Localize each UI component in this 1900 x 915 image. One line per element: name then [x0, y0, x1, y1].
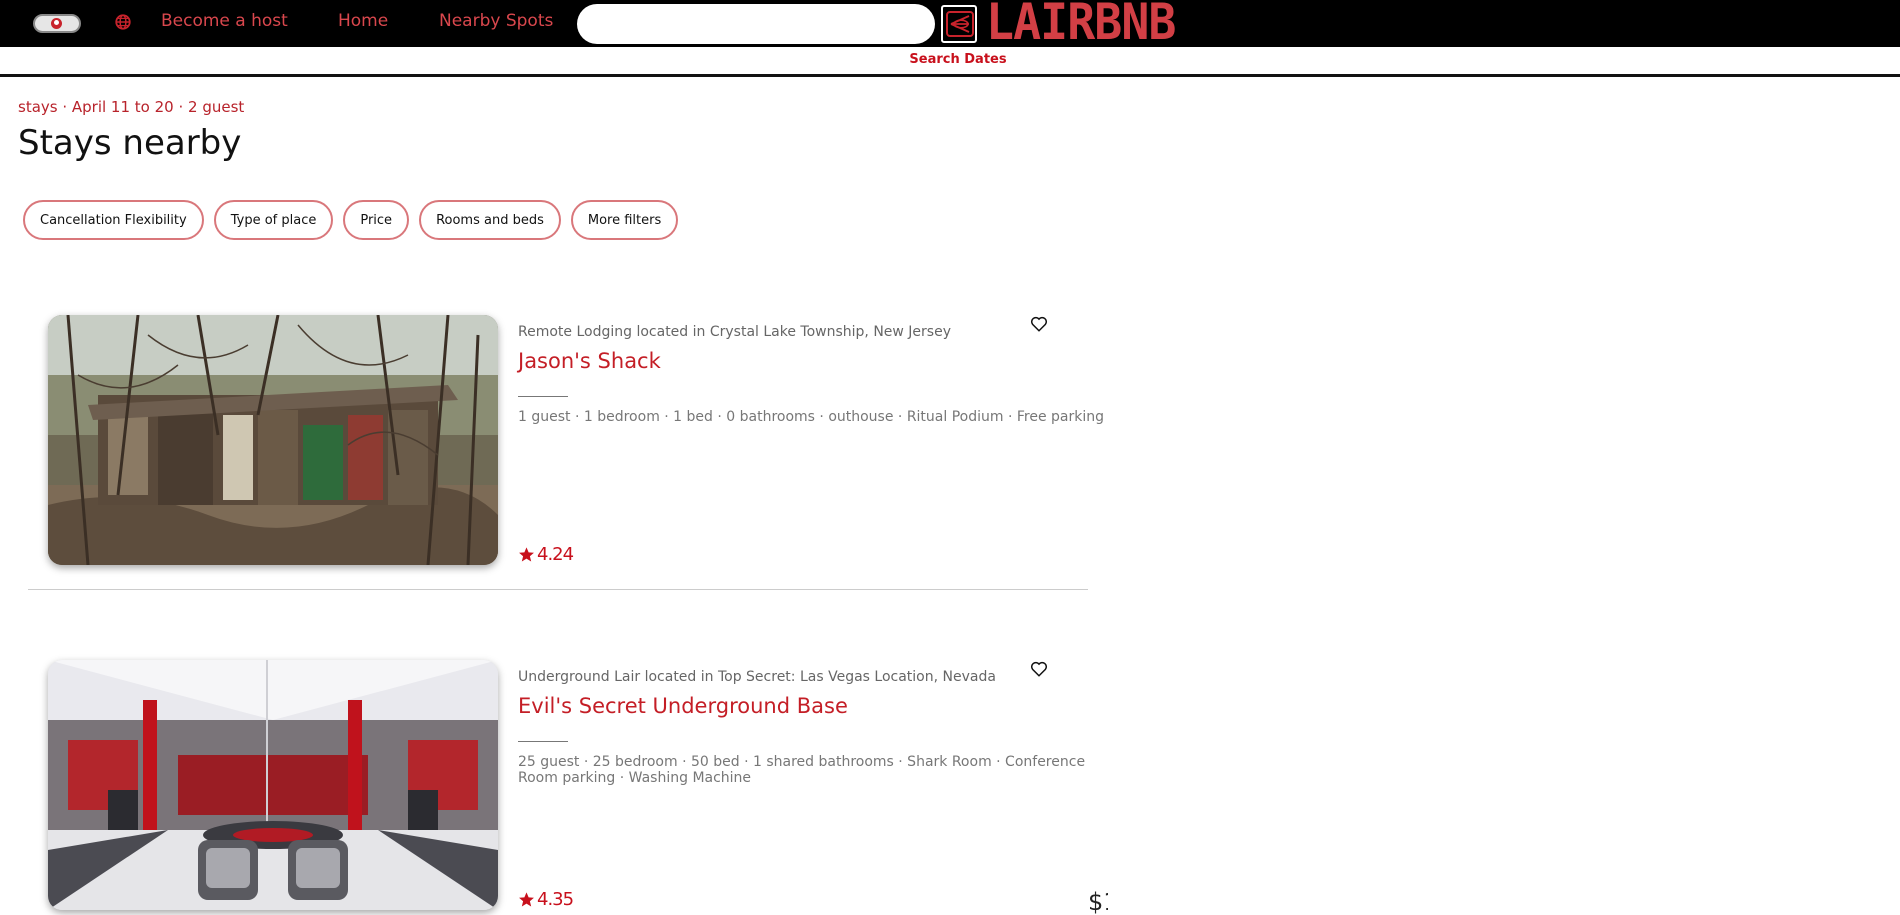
listing-rule [518, 741, 568, 742]
listing-divider [28, 589, 1088, 590]
user-circle-icon [51, 18, 62, 29]
eye-logo-icon [946, 11, 974, 37]
filter-price-button[interactable]: Price [343, 200, 410, 240]
heart-outline-icon[interactable] [1030, 315, 1048, 333]
listing-subtitle: Remote Lodging located in Crystal Lake T… [518, 324, 951, 340]
listing-rule [518, 396, 568, 397]
star-icon [519, 547, 534, 562]
heart-outline-icon[interactable] [1030, 660, 1048, 678]
search-button[interactable] [941, 5, 977, 43]
listing-title[interactable]: Jason's Shack [518, 349, 661, 373]
globe-icon[interactable] [114, 13, 132, 31]
listing-amenities: 1 guest · 1 bedroom · 1 bed · 0 bathroom… [518, 409, 1108, 425]
search-dates-link[interactable]: Search Dates [0, 52, 1900, 67]
star-icon [519, 892, 534, 907]
page-title: Stays nearby [18, 123, 242, 163]
listing-rating: 4.24 [518, 544, 574, 565]
listing-card[interactable]: Underground Lair located in Top Secret: … [28, 645, 1088, 915]
listing-title[interactable]: Evil's Secret Underground Base [518, 694, 848, 718]
filter-bar: Cancellation Flexibility Type of place P… [23, 200, 679, 240]
filter-cancellation-button[interactable]: Cancellation Flexibility [23, 200, 204, 240]
rating-value: 4.35 [537, 889, 574, 910]
search-input[interactable] [577, 4, 935, 44]
become-host-link[interactable]: Become a host [161, 11, 288, 31]
nearby-spots-link[interactable]: Nearby Spots [439, 11, 553, 31]
listing-photo[interactable] [48, 660, 498, 910]
filter-rooms-beds-button[interactable]: Rooms and beds [419, 200, 561, 240]
header-divider [0, 74, 1900, 77]
listing-card[interactable]: Remote Lodging located in Crystal Lake T… [28, 300, 1108, 590]
listing-amenities: 25 guest · 25 bedroom · 50 bed · 1 share… [518, 754, 1086, 786]
theme-toggle[interactable] [33, 14, 81, 33]
listing-subtitle: Underground Lair located in Top Secret: … [518, 669, 996, 685]
listing-photo[interactable] [48, 315, 498, 565]
top-navbar: Become a host Home Nearby Spots LAIRBNB [0, 0, 1900, 48]
home-link[interactable]: Home [338, 11, 388, 31]
listing-price: $1 [1088, 888, 1108, 915]
rating-value: 4.24 [537, 544, 574, 565]
listing-rating: 4.35 [518, 889, 574, 910]
brand-logo[interactable]: LAIRBNB [986, 0, 1175, 48]
filter-type-of-place-button[interactable]: Type of place [213, 200, 334, 240]
filter-more-button[interactable]: More filters [570, 200, 679, 240]
search-summary: stays · April 11 to 20 · 2 guest [18, 98, 245, 116]
